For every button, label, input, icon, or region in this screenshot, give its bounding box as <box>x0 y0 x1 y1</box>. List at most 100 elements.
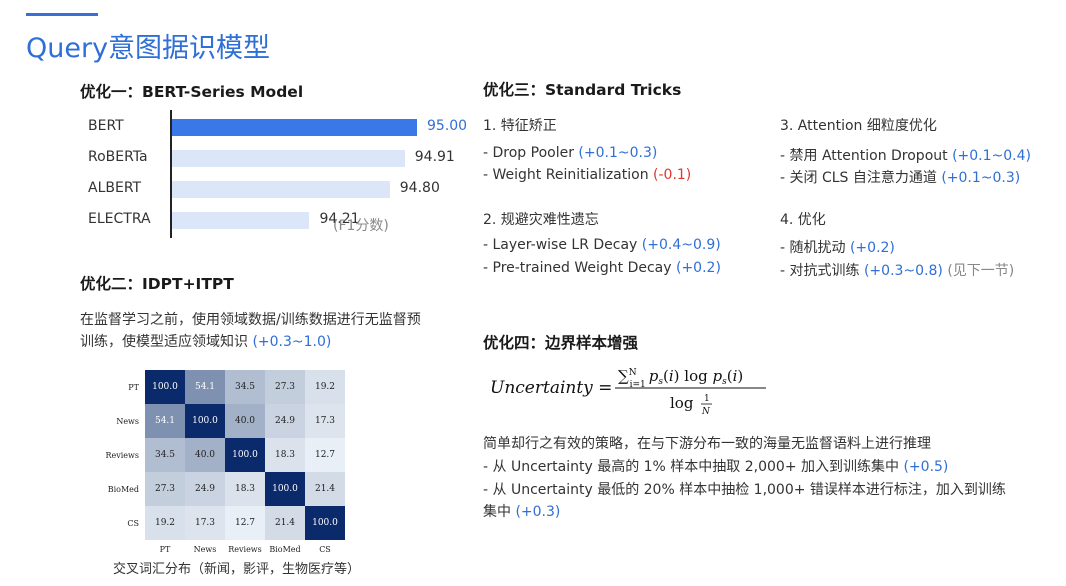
heatmap-cell: 34.5 <box>225 370 265 404</box>
heatmap-cell: 19.2 <box>305 370 345 404</box>
heatmap-cell: 19.2 <box>145 506 185 540</box>
heatmap-cell: 17.3 <box>305 404 345 438</box>
trick-group3-title: 3. Attention 细粒度优化 <box>780 118 937 134</box>
heatmap-cell: 27.3 <box>265 370 305 404</box>
formula-denominator: log <box>670 394 694 412</box>
heatmap-row-label: BioMed <box>107 485 139 494</box>
trick-gain: (+0.4~0.9) <box>641 237 721 253</box>
heatmap-cell: 27.3 <box>145 472 185 506</box>
section2-desc-text: 训练，使模型适应领域知识 <box>80 334 248 350</box>
heatmap-row-label: Reviews <box>105 451 139 460</box>
trick-gain: (+0.1~0.3) <box>578 145 658 161</box>
trick-gain: (+0.2) <box>849 240 895 256</box>
section4-heading: 优化四：边界样本增强 <box>483 334 639 352</box>
section4-desc2-gain: (+0.5) <box>903 459 949 475</box>
bar-albert <box>172 181 390 198</box>
section4-desc2: - 从 Uncertainty 最高的 1% 样本中抽取 2,000+ 加入到训… <box>483 456 948 476</box>
heatmap-cell: 34.5 <box>145 438 185 472</box>
trick-group2-title: 2. 规避灾难性遗忘 <box>483 212 599 228</box>
trick-label: - 关闭 CLS 自注意力通道 <box>780 170 937 186</box>
trick-label: - 禁用 Attention Dropout <box>780 148 948 164</box>
formula-denominator-num: 1 <box>704 394 710 404</box>
f1-unit-note: (F1分数) <box>333 218 389 234</box>
bar-label-bert: BERT <box>88 118 124 134</box>
trick-label: - Pre-trained Weight Decay <box>483 260 672 276</box>
section4-desc2-text: - 从 Uncertainty 最高的 1% 样本中抽取 2,000+ 加入到训… <box>483 459 900 475</box>
section2-desc-line2: 训练，使模型适应领域知识 (+0.3~1.0) <box>80 331 331 351</box>
trick-layerwise-lr: - Layer-wise LR Decay (+0.4~0.9) <box>483 237 721 253</box>
section4-desc4-gain: (+0.3) <box>515 504 561 520</box>
bar-label-albert: ALBERT <box>88 180 142 196</box>
trick-group1-title: 1. 特征矫正 <box>483 118 557 134</box>
formula-lhs: Uncertainty = <box>490 378 612 398</box>
heatmap-cell: 54.1 <box>185 370 225 404</box>
section2-desc-line1: 在监督学习之前，使用领域数据/训练数据进行无监督预 <box>80 312 421 328</box>
bar-value-roberta: 94.91 <box>414 149 455 165</box>
title-accent-line <box>26 13 98 16</box>
heatmap-cell: 21.4 <box>305 472 345 506</box>
bar-roberta <box>172 150 405 167</box>
heatmap-col-label: Reviews <box>228 545 262 554</box>
heatmap-col-label: News <box>193 545 217 554</box>
heatmap-cell: 100.0 <box>305 506 345 540</box>
page-title: Query意图据识模型 <box>26 33 271 64</box>
section2-heading: 优化二：IDPT+ITPT <box>80 275 234 293</box>
bar-bert <box>172 119 417 136</box>
section1-heading: 优化一：BERT-Series Model <box>80 83 304 101</box>
trick-drop-pooler: - Drop Pooler (+0.1~0.3) <box>483 145 657 161</box>
trick-cls-attention: - 关闭 CLS 自注意力通道 (+0.1~0.3) <box>780 167 1020 187</box>
trick-pretrained-wd: - Pre-trained Weight Decay (+0.2) <box>483 260 721 276</box>
bar-label-electra: ELECTRA <box>88 211 151 227</box>
heatmap-cell: 100.0 <box>185 404 225 438</box>
section4-desc3: - 从 Uncertainty 最低的 20% 样本中抽检 1,000+ 错误样… <box>483 482 1006 498</box>
heatmap-col-label: CS <box>319 545 331 554</box>
trick-label: - 随机扰动 <box>780 240 846 256</box>
heatmap-cell: 18.3 <box>225 472 265 506</box>
section2-gain: (+0.3~1.0) <box>252 334 332 350</box>
heatmap-cell: 100.0 <box>225 438 265 472</box>
heatmap-caption: 交叉词汇分布（新闻，影评，生物医疗等） <box>113 562 361 577</box>
trick-note: (见下一节) <box>947 263 1015 279</box>
heatmap-col-label: PT <box>159 545 171 554</box>
heatmap-cell: 100.0 <box>265 472 305 506</box>
trick-attention-dropout: - 禁用 Attention Dropout (+0.1~0.4) <box>780 145 1031 165</box>
section4-desc4-text: 集中 <box>483 504 511 520</box>
trick-gain: (+0.1~0.4) <box>952 148 1031 164</box>
heatmap-row-label: CS <box>127 519 139 528</box>
trick-label: - 对抗式训练 <box>780 263 860 279</box>
heatmap-cell: 12.7 <box>225 506 265 540</box>
heatmap-cell: 21.4 <box>265 506 305 540</box>
heatmap-row-label: PT <box>128 383 139 392</box>
section4-desc4: 集中 (+0.3) <box>483 501 560 521</box>
heatmap-cell: 12.7 <box>305 438 345 472</box>
heatmap-cell: 24.9 <box>185 472 225 506</box>
trick-gain: (+0.3~0.8) <box>863 263 943 279</box>
trick-label: - Drop Pooler <box>483 145 574 161</box>
bar-label-roberta: RoBERTa <box>88 149 148 165</box>
trick-weight-reinit: - Weight Reinitialization (-0.1) <box>483 167 691 183</box>
trick-gain: (+0.1~0.3) <box>941 170 1021 186</box>
bar-value-albert: 94.80 <box>399 180 440 196</box>
heatmap-cell: 40.0 <box>225 404 265 438</box>
heatmap-cell: 54.1 <box>145 404 185 438</box>
heatmap-cell: 40.0 <box>185 438 225 472</box>
trick-gain: (-0.1) <box>653 167 692 183</box>
uncertainty-formula: Uncertainty = ∑N i=1 ps(i) log ps(i) log 1… <box>490 360 780 424</box>
section4-desc1: 简单却行之有效的策略，在与下游分布一致的海量无监督语料上进行推理 <box>483 436 931 452</box>
trick-gain: (+0.2) <box>675 260 721 276</box>
formula-denominator-den: N <box>701 407 711 417</box>
heatmap-row-label: News <box>116 417 139 426</box>
formula-numerator: ∑N i=1 ps(i) log ps(i) <box>618 367 743 390</box>
trick-random-perturb: - 随机扰动 (+0.2) <box>780 237 895 257</box>
trick-group4-title: 4. 优化 <box>780 212 826 228</box>
heatmap-cell: 24.9 <box>265 404 305 438</box>
formula-svg: Uncertainty = ∑N i=1 ps(i) log ps(i) log 1… <box>490 367 766 417</box>
bar-electra <box>172 212 310 229</box>
trick-label: - Layer-wise LR Decay <box>483 237 638 253</box>
heatmap-cell: 18.3 <box>265 438 305 472</box>
section3-heading: 优化三：Standard Tricks <box>483 81 682 99</box>
heatmap-cell: 100.0 <box>145 370 185 404</box>
bar-value-bert: 95.00 <box>427 118 468 134</box>
heatmap-cell: 17.3 <box>185 506 225 540</box>
trick-label: - Weight Reinitialization <box>483 167 649 183</box>
